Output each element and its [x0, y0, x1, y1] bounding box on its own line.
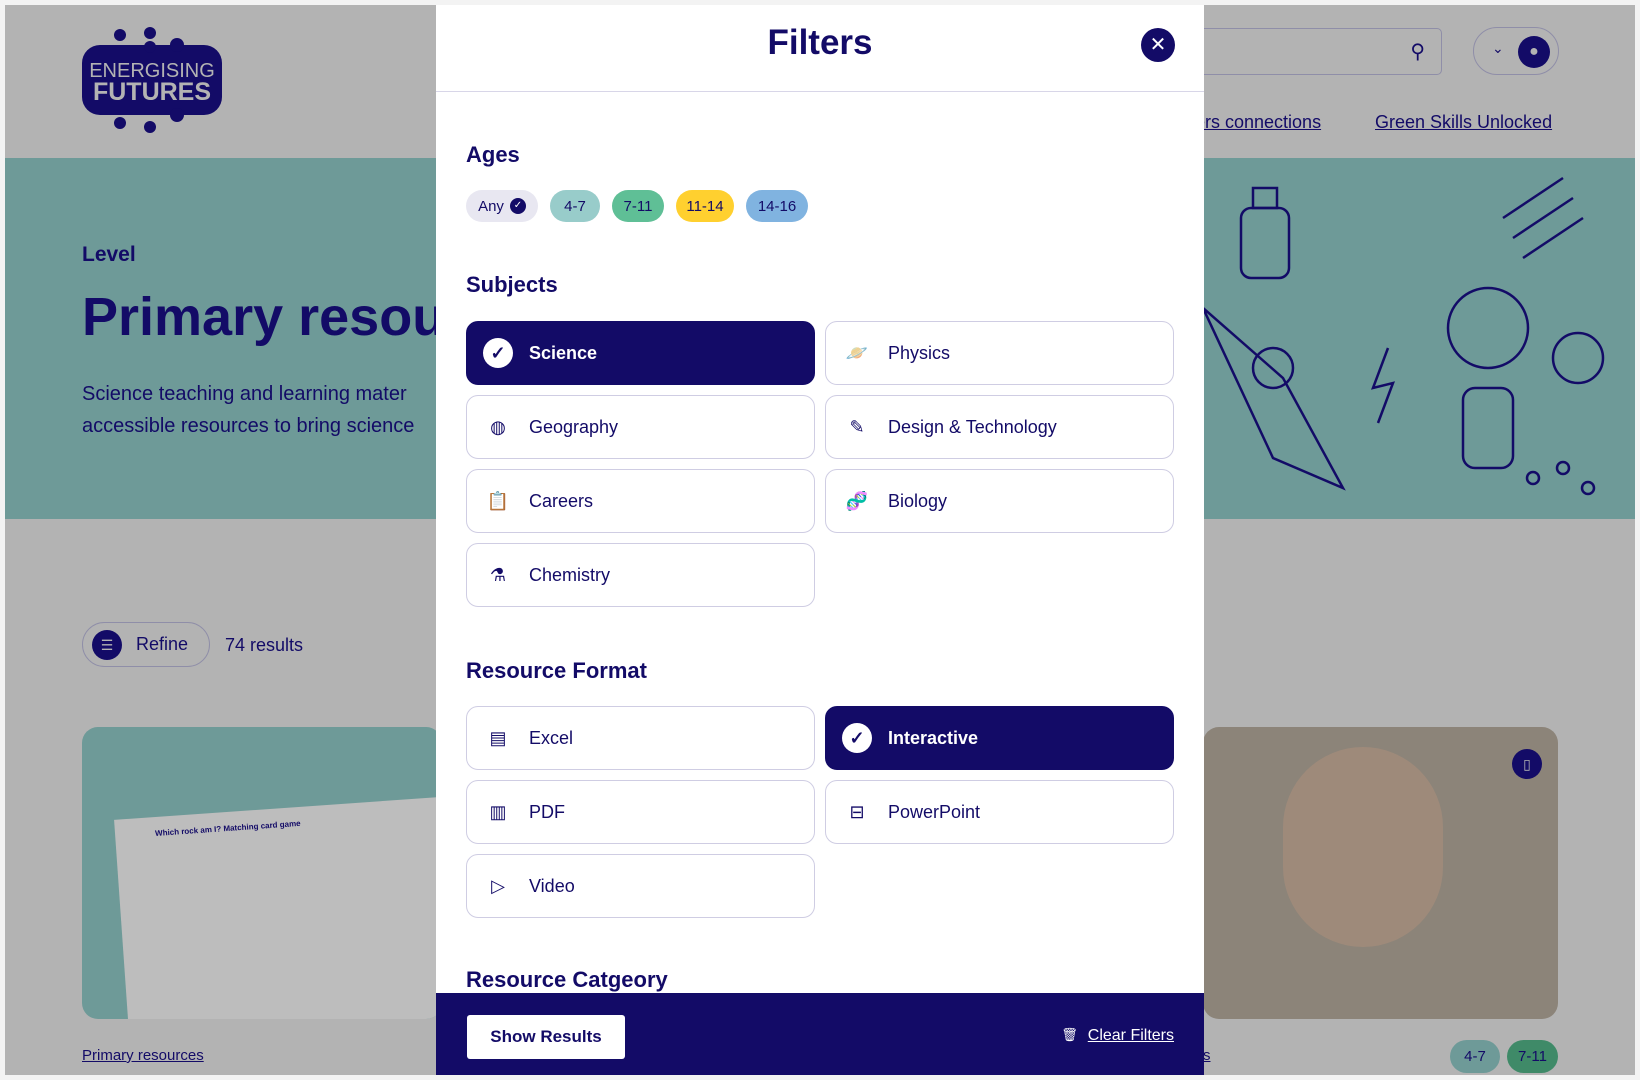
search-icon[interactable]: ⚲ [1410, 39, 1425, 64]
ages-heading: Ages [466, 142, 520, 167]
format-heading: Resource Format [466, 658, 647, 683]
resource-card-image[interactable]: ▯ [1203, 727, 1558, 1019]
subjects-option-careers[interactable]: 📋 Careers [466, 469, 815, 533]
subjects-option-physics[interactable]: 🪐 Physics [825, 321, 1174, 385]
refine-label: Refine [136, 634, 189, 654]
check-circle-icon: ✓ [509, 198, 526, 214]
format-option-pdf[interactable]: ▥ PDF [466, 780, 815, 844]
worksheet-title: Which rock am I? Matching card game [154, 818, 301, 839]
pencil-gear-icon: ✎ [849, 416, 865, 437]
clipboard-icon: 📋 [486, 490, 510, 511]
results-count: 74 results [225, 635, 304, 655]
nav-link[interactable]: ers connections [1195, 112, 1321, 133]
refine-button[interactable]: ☰ Refine [82, 622, 210, 667]
svg-text:FUTURES: FUTURES [93, 78, 211, 106]
option-label: Video [529, 875, 575, 896]
age-badge: 4-7 [1450, 1040, 1500, 1073]
age-chip-label: 14-16 [757, 197, 797, 215]
filters-modal: Filters ✕ Ages Any ✓ 4-7 7-11 11-14 14-16 Sub… [436, 5, 1204, 1075]
option-label: Science [529, 342, 598, 363]
option-label: Biology [888, 490, 948, 511]
format-option-video[interactable]: ▷ Video [466, 854, 815, 918]
flask-icon: ⚗ [489, 564, 507, 585]
show-results-button[interactable]: Show Results [467, 1015, 625, 1059]
check-icon: ✓ [842, 723, 872, 753]
pdf-file-icon: ▥ [489, 801, 507, 822]
format-option-excel[interactable]: ▤ Excel [466, 706, 815, 770]
modal-footer: Show Results 🗑 Clear Filters [436, 993, 1204, 1075]
subjects-option-chemistry[interactable]: ⚗ Chemistry [466, 543, 815, 607]
modal-header: Filters ✕ [436, 5, 1204, 92]
clear-filters-button[interactable]: 🗑 Clear Filters [1061, 1027, 1174, 1045]
clear-filters-label: Clear Filters [1087, 1027, 1174, 1044]
age-chip-Any[interactable]: Any ✓ [466, 190, 538, 222]
planet-icon: 🪐 [845, 342, 869, 363]
age-chip-label: 4-7 [564, 197, 586, 215]
trash-icon: 🗑 [1061, 1027, 1078, 1042]
option-label: Careers [529, 490, 594, 511]
hero-description: Science teaching and learning mater [82, 383, 407, 405]
format-option-interactive[interactable]: ✓ Interactive [825, 706, 1174, 770]
age-badge: 7-11 [1507, 1040, 1558, 1073]
age-chip-11-14[interactable]: 11-14 [676, 190, 734, 222]
science-doodles [1203, 176, 1605, 496]
modal-title: Filters [767, 23, 873, 62]
play-icon: ▷ [491, 875, 505, 896]
card-category-link[interactable]: Primary resources [82, 1047, 204, 1064]
filter-sliders-icon: ☰ [92, 629, 122, 660]
option-label: PDF [529, 801, 565, 822]
option-label: PowerPoint [888, 801, 981, 822]
card-category-link[interactable]: s [1203, 1047, 1211, 1064]
check-icon: ✓ [483, 338, 513, 368]
age-chip-label: Any [478, 197, 504, 215]
globe-icon: ◍ [490, 416, 506, 437]
option-label: Interactive [888, 727, 979, 748]
hero-description: accessible resources to bring science [82, 415, 415, 437]
age-chip-label: 11-14 [686, 197, 724, 215]
subjects-heading: Subjects [466, 272, 558, 297]
chevron-down-icon: ⌄ [1492, 40, 1504, 56]
close-icon: ✕ [1149, 34, 1167, 56]
option-label: Excel [529, 727, 574, 748]
spreadsheet-file-icon: ▤ [489, 727, 507, 748]
age-chip-label: 7-11 [623, 197, 653, 215]
hero-eyebrow: Level [82, 243, 136, 266]
worksheet-preview: Which rock am I? Matching card game [114, 794, 442, 1019]
option-label: Chemistry [529, 564, 611, 585]
dna-icon: 🧬 [845, 490, 869, 511]
age-chip-14-16[interactable]: 14-16 [746, 190, 808, 222]
resource-card-image[interactable]: Which rock am I? Matching card game [82, 727, 442, 1019]
logo[interactable]: ENERGISING FUTURES [82, 27, 222, 133]
presentation-icon: ⊟ [849, 801, 865, 822]
subjects-option-biology[interactable]: 🧬 Biology [825, 469, 1174, 533]
hero-title: Primary resou [82, 287, 446, 347]
subjects-option-science[interactable]: ✓ Science [466, 321, 815, 385]
close-button[interactable]: ✕ [1141, 28, 1175, 62]
subjects-option-design-technology[interactable]: ✎ Design & Technology [825, 395, 1174, 459]
category-heading: Resource Catgeory [466, 967, 668, 992]
photo-girl-goggles [1283, 747, 1443, 947]
option-label: Physics [888, 342, 951, 363]
account-menu[interactable]: ⌄ ● [1473, 27, 1559, 75]
option-label: Geography [529, 416, 619, 437]
format-option-powerpoint[interactable]: ⊟ PowerPoint [825, 780, 1174, 844]
age-chip-4-7[interactable]: 4-7 [550, 190, 600, 222]
age-chip-7-11[interactable]: 7-11 [612, 190, 664, 222]
nav-link-green-skills[interactable]: Green Skills Unlocked [1375, 112, 1552, 133]
option-label: Design & Technology [888, 416, 1057, 437]
bookmark-icon[interactable]: ▯ [1512, 749, 1542, 779]
user-avatar-icon: ● [1518, 36, 1550, 68]
subjects-option-geography[interactable]: ◍ Geography [466, 395, 815, 459]
